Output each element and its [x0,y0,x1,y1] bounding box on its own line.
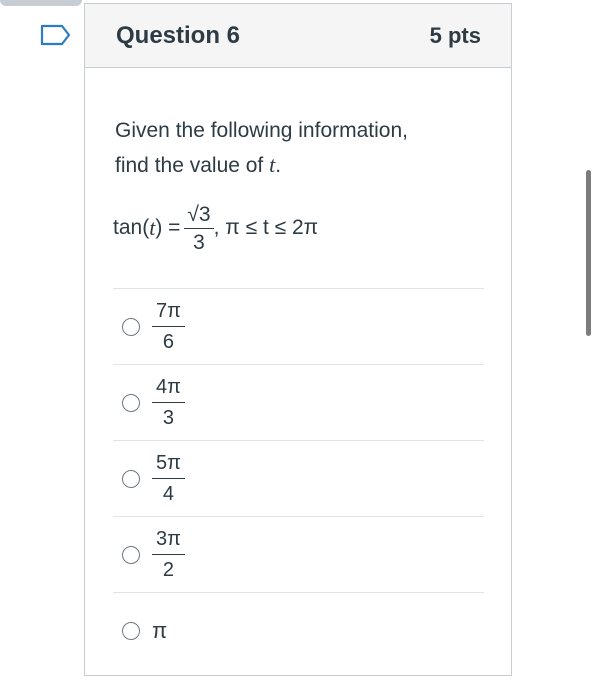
question-points: 5 pts [429,22,481,48]
answer-option-5[interactable]: π [113,592,484,668]
top-tab [0,0,82,6]
answer-fraction: 5π 4 [152,453,185,504]
scrollbar-thumb[interactable] [586,170,591,336]
question-title: Question 6 [116,21,241,49]
answer-option-2[interactable]: 4π 3 [113,364,484,440]
equation-denominator: 3 [193,230,205,254]
question-text-line2: find the value of t. [115,152,282,177]
question-text-line1: Given the following information, [115,119,408,142]
radio-button[interactable] [122,469,140,488]
answer-option-1[interactable]: 7π 6 [113,288,484,364]
question-text: Given the following information, find th… [115,114,475,183]
question-equation: tan(t) = √3 3 , π ≤ t ≤ 2π [113,202,319,254]
equation-condition: , π ≤ t ≤ 2π [213,216,319,239]
equation-numerator: √3 [184,204,214,229]
answer-option-4[interactable]: 3π 2 [113,516,484,592]
flag-question-icon[interactable] [40,24,72,46]
radio-button[interactable] [122,545,140,564]
equation-fraction: √3 3 [184,204,214,254]
answer-option-3[interactable]: 5π 4 [113,440,484,516]
answer-list: 7π 6 4π 3 5π 4 3π 2 π [113,288,484,668]
question-header: Question 6 5 pts [85,4,511,68]
radio-button[interactable] [122,317,140,336]
question-card: Question 6 5 pts Given the following inf… [84,3,512,676]
radio-button[interactable] [122,621,140,640]
answer-fraction: 3π 2 [152,529,185,580]
radio-button[interactable] [122,393,140,412]
answer-fraction: 4π 3 [152,377,185,428]
answer-text: π [152,617,168,643]
answer-fraction: 7π 6 [152,301,185,352]
